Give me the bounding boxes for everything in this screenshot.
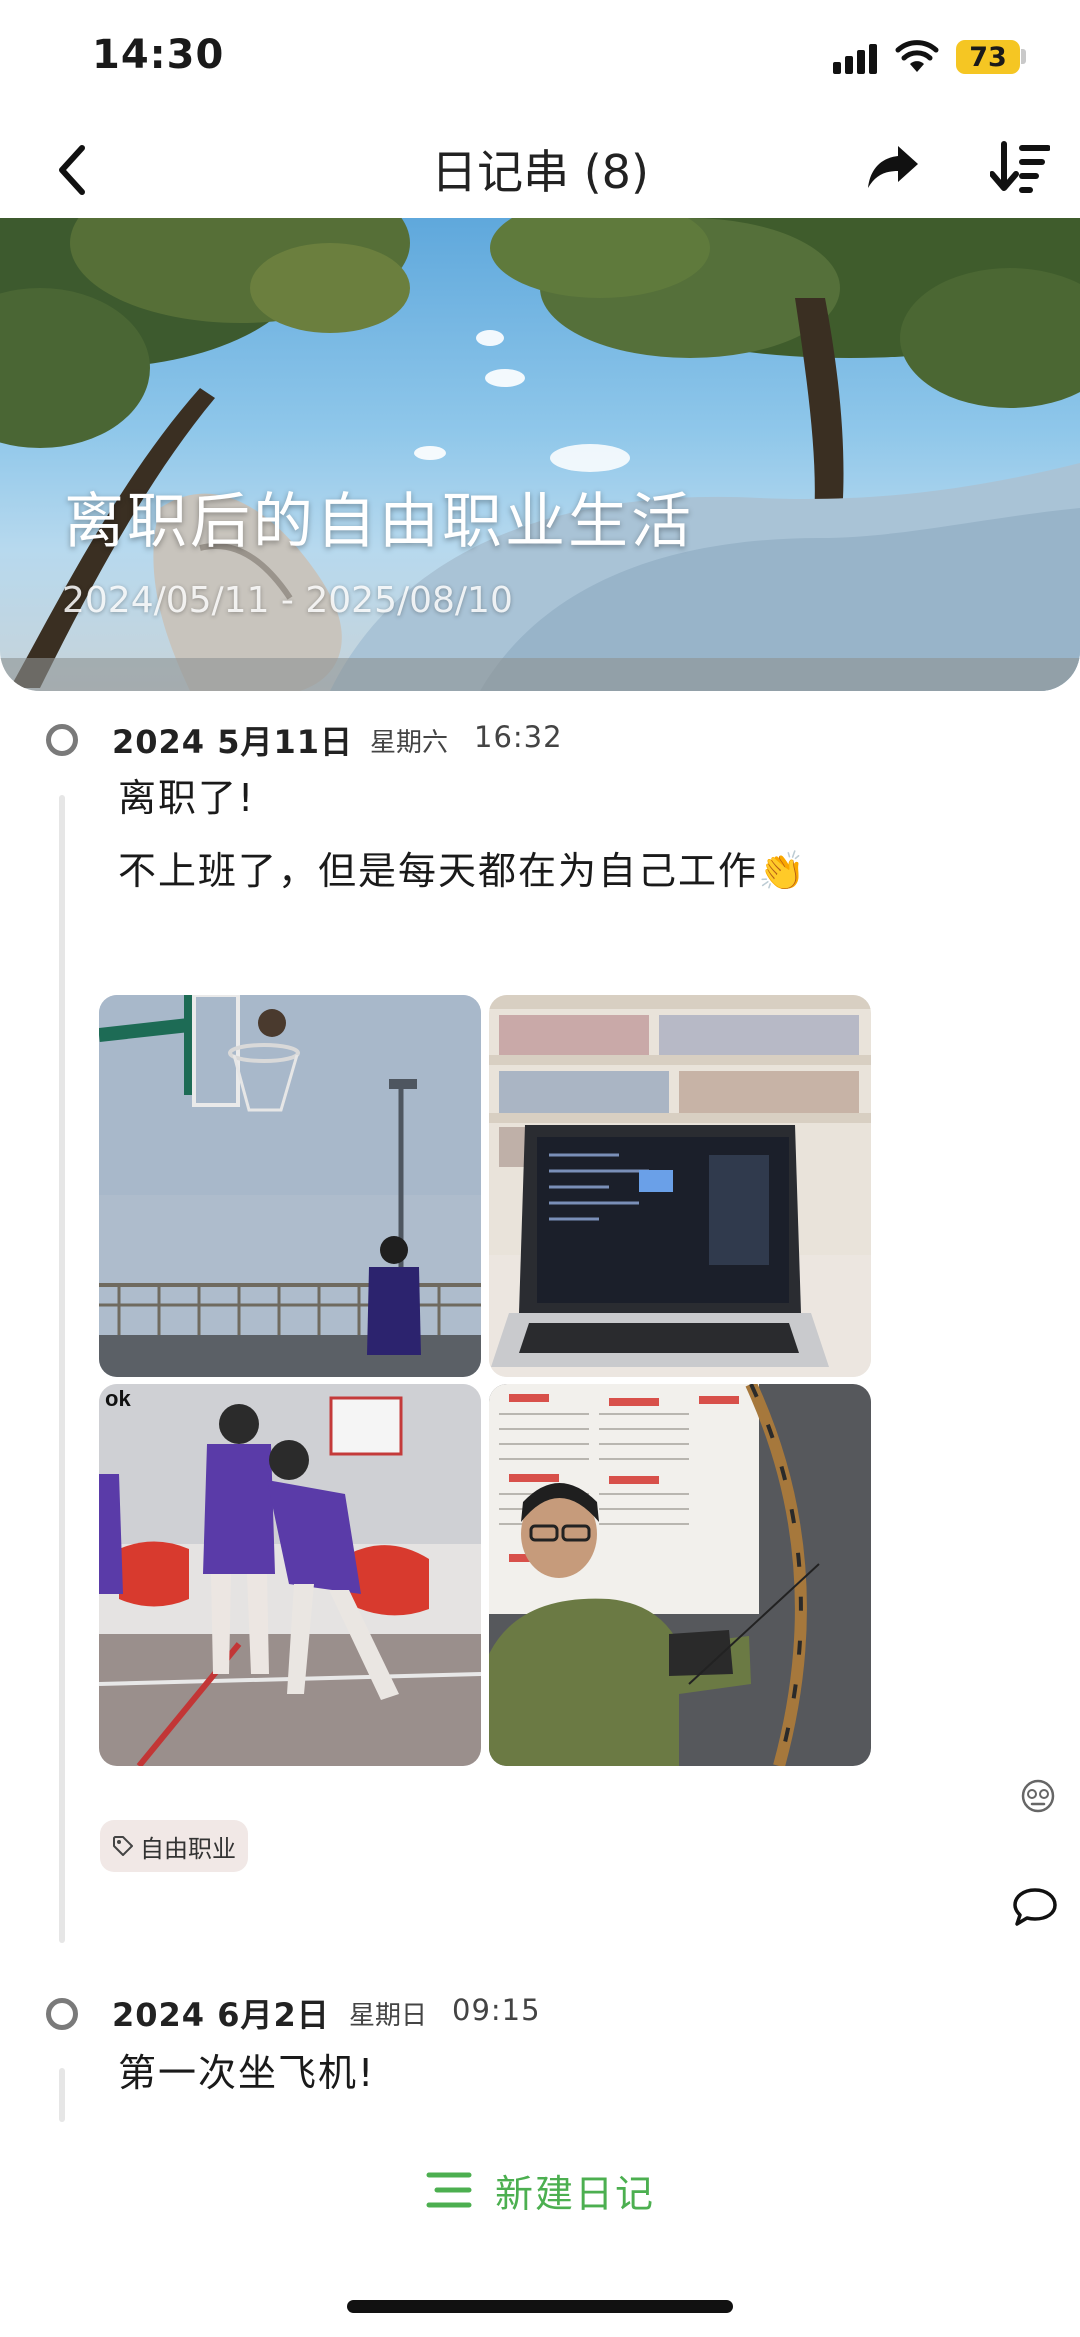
tag-icon: [113, 1836, 133, 1856]
wifi-icon: [895, 40, 939, 72]
timeline-line: [59, 2068, 65, 2122]
entry-weekday: 星期六: [370, 728, 449, 758]
sort-descending-icon[interactable]: [990, 140, 1050, 194]
new-entry-label: 新建日记: [494, 2171, 655, 2216]
status-bar: 14:30 73: [0, 0, 1080, 118]
battery-indicator: 73: [956, 40, 1020, 74]
photo-basketball-shot[interactable]: [99, 995, 481, 1377]
timeline-line: [59, 795, 65, 1943]
photo-archery[interactable]: [489, 1384, 871, 1766]
entry-time: 16:32: [474, 720, 563, 754]
nav-bar: 日记串 (8): [0, 118, 1080, 218]
battery-level: 73: [969, 41, 1007, 73]
new-entry-button[interactable]: 新建日记: [0, 2155, 1080, 2225]
cover-banner[interactable]: 离职后的自由职业生活 2024/05/11 - 2025/08/10: [0, 218, 1080, 691]
entry-time: 09:15: [452, 1993, 541, 2027]
svg-text:ok: ok: [105, 1386, 131, 1411]
home-indicator[interactable]: [347, 2300, 733, 2313]
face-icon[interactable]: [1020, 1778, 1056, 1814]
chat-bubble-icon[interactable]: [1012, 1886, 1058, 1928]
entry-text-line[interactable]: 离职了!: [118, 767, 255, 822]
menu-lines-icon: [426, 2172, 472, 2208]
cover-date-range: 2024/05/11 - 2025/08/10: [62, 580, 513, 621]
share-arrow-icon[interactable]: [866, 142, 920, 192]
entry-weekday: 星期日: [349, 2001, 428, 2031]
battery-cap: [1021, 49, 1026, 64]
entry-date: 2024 6月2日: [112, 1996, 330, 2034]
status-time: 14:30: [92, 32, 225, 78]
photo-basketball-team[interactable]: ok: [99, 1384, 481, 1766]
cellular-signal-icon: [833, 44, 877, 74]
timeline-dot: [46, 1998, 78, 2030]
entry-text-line[interactable]: 不上班了，但是每天都在为自己工作👏: [118, 840, 807, 895]
photo-laptop-library[interactable]: [489, 995, 871, 1377]
entry-date: 2024 5月11日: [112, 723, 354, 761]
tag-label: 自由职业: [140, 1834, 236, 1863]
cover-title: 离职后的自由职业生活: [64, 487, 694, 557]
tag-chip[interactable]: 自由职业: [100, 1820, 248, 1872]
timeline-dot: [46, 724, 78, 756]
entry-text-line[interactable]: 第一次坐飞机!: [118, 2042, 375, 2097]
